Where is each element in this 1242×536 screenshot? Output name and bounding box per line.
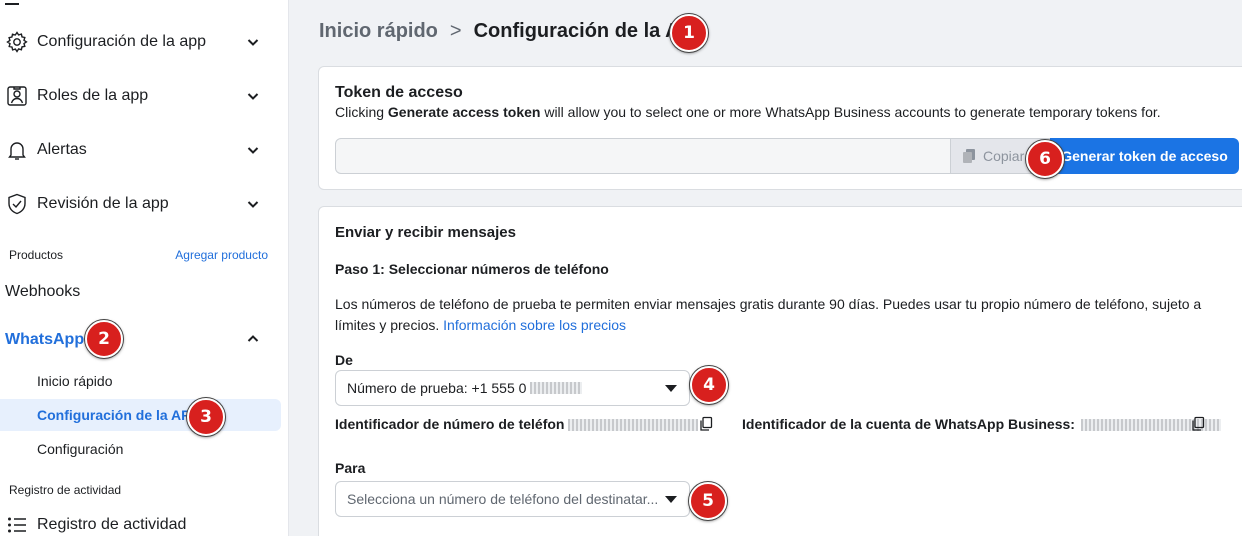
chevron-down-icon [245,34,261,50]
to-label: Para [335,460,366,476]
sidebar-item-alerts[interactable]: Alertas [0,130,289,170]
waba-id-label: Identificador de la cuenta de WhatsApp B… [742,416,1221,432]
sidebar-subitem-api-setup[interactable]: Configuración de la API [37,407,194,423]
sidebar-item-activity-log[interactable]: Registro de actividad [0,505,289,536]
annotation-marker-4: 4 [690,366,728,404]
sidebar-item-whatsapp[interactable]: WhatsApp [5,331,84,349]
copy-phone-id-icon[interactable] [698,416,714,432]
access-token-title: Token de acceso [335,84,463,101]
dropdown-caret-icon [665,385,677,392]
menu-icon-fragment [5,3,19,5]
activity-section-label: Registro de actividad [9,483,122,497]
add-product-link[interactable]: Agregar producto [175,248,268,262]
pricing-info-link[interactable]: Información sobre los precios [443,317,626,333]
from-number-select[interactable]: Número de prueba: +1 555 0 [335,370,690,406]
generate-access-token-button[interactable]: Generar token de acceso [1050,138,1239,174]
sidebar-item-app-roles[interactable]: Roles de la app [0,76,289,116]
annotation-marker-6: 6 [1026,140,1064,178]
chevron-up-icon[interactable] [245,331,261,347]
annotation-marker-3: 3 [187,398,225,436]
sidebar-subitem-quickstart[interactable]: Inicio rápido [37,373,113,389]
sidebar-item-webhooks[interactable]: Webhooks [5,283,80,301]
desc-bold-text: Generate access token [387,104,541,120]
to-number-select[interactable]: Selecciona un número de teléfono del des… [335,481,690,517]
from-label: De [335,352,353,368]
annotation-marker-1: 1 [670,14,708,52]
access-token-field[interactable] [335,138,951,174]
step1-description-line2: límites y precios. Información sobre los… [335,317,626,333]
breadcrumb-quickstart[interactable]: Inicio rápido [319,20,438,43]
step1-description-line1: Los números de teléfono de prueba te per… [335,296,1202,312]
access-token-description: Clicking Generate access token will allo… [335,104,1161,120]
breadcrumb-separator: > [449,20,462,42]
gear-icon [5,30,29,54]
desc-text: Clicking [335,104,388,120]
user-badge-icon [5,84,29,108]
desc-text: límites y precios. [335,317,444,333]
page-title: Configuración de la API [473,20,699,42]
send-receive-title: Enviar y recibir mensajes [335,224,516,241]
sidebar-item-label: Registro de actividad [37,516,187,533]
list-icon [5,513,29,536]
copy-waba-id-icon[interactable] [1190,416,1206,432]
step1-title: Paso 1: Seleccionar números de teléfono [335,261,609,277]
sidebar: Configuración de la app Roles de la app … [0,0,289,536]
phone-number-id-label: Identificador de número de teléfon [335,416,699,432]
sidebar-item-label: Roles de la app [37,87,149,104]
sidebar-item-label: Configuración de la app [37,33,207,50]
sidebar-item-app-settings[interactable]: Configuración de la app [0,22,289,62]
dropdown-caret-icon [665,496,677,503]
phone-id-text: Identificador de número de teléfon [335,416,565,432]
to-number-placeholder: Selecciona un número de teléfono del des… [347,491,659,507]
chevron-down-icon [245,88,261,104]
sidebar-subitem-configuration[interactable]: Configuración [37,441,123,457]
waba-id-text: Identificador de la cuenta de WhatsApp B… [742,416,1075,432]
copy-icon [963,149,975,163]
annotation-marker-5: 5 [689,482,727,520]
products-section-label: Productos [9,248,64,262]
annotation-marker-2: 2 [85,320,123,358]
desc-text: will allow you to select one or more Wha… [540,104,1161,120]
redacted-number [530,382,583,394]
copy-label: Copiar [983,148,1025,164]
breadcrumb: Inicio rápido > Configuración de la API [319,20,698,43]
bell-icon [5,138,29,162]
from-number-value: Número de prueba: +1 555 0 [347,380,527,396]
sidebar-item-app-review[interactable]: Revisión de la app [0,184,289,224]
shield-check-icon [5,192,29,216]
chevron-down-icon [245,196,261,212]
redacted-phone-id [568,419,699,432]
sidebar-item-label: Alertas [37,141,87,158]
chevron-down-icon [245,142,261,158]
sidebar-item-label: Revisión de la app [37,195,169,212]
